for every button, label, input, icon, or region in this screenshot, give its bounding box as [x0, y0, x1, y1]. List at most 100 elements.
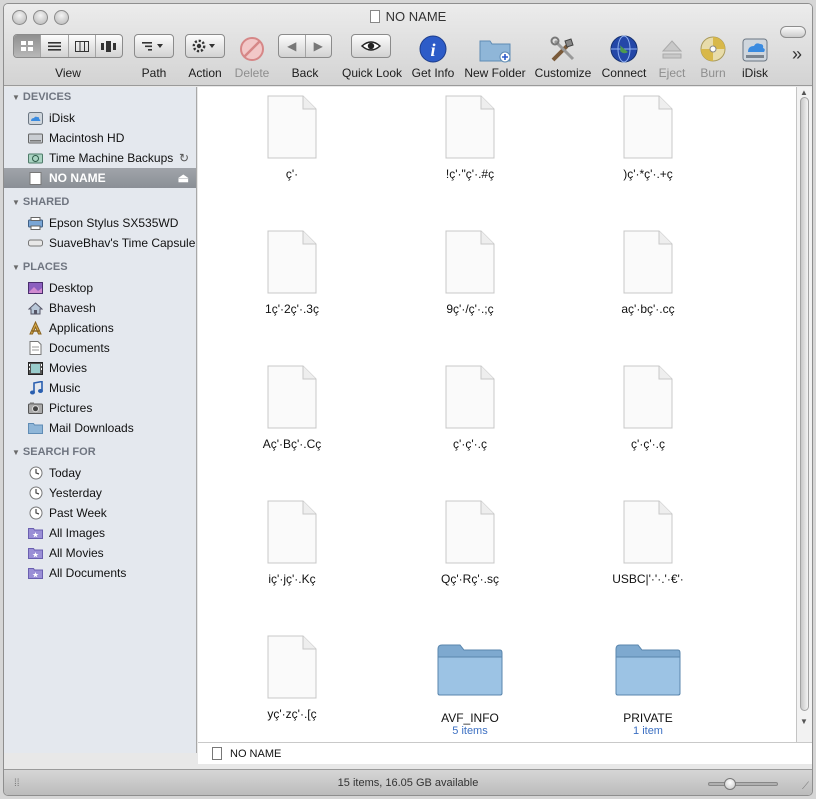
action-button[interactable] [185, 34, 225, 58]
globe-icon[interactable] [610, 34, 638, 64]
folder-item[interactable]: PRIVATE 1 item [578, 641, 718, 737]
file-name: AVF_INFO [441, 711, 499, 725]
list-view-button[interactable] [41, 35, 69, 57]
sidebar-item-all-documents[interactable]: All Documents [4, 563, 196, 583]
sidebar-item-idisk[interactable]: iDisk [4, 108, 196, 128]
idisk-icon[interactable] [741, 34, 769, 64]
sidebar-section-shared[interactable]: ▼ SHARED [12, 196, 69, 208]
delete-icon[interactable] [239, 34, 265, 64]
sidebar-item-desktop[interactable]: Desktop [4, 278, 196, 298]
drive-icon [212, 747, 222, 760]
toolbar-overflow-button[interactable]: » [788, 44, 806, 65]
sidebar-item-time-machine-backups[interactable]: Time Machine Backups ↻ [4, 148, 196, 168]
sidebar-section-label: SEARCH FOR [22, 446, 96, 458]
file-item[interactable]: Aç'·Bç'·.Cç [222, 365, 362, 451]
file-item[interactable]: Qç'·Rç'·.sç [400, 500, 540, 586]
sidebar-item-documents[interactable]: Documents [4, 338, 196, 358]
smart-folder-icon [28, 526, 43, 540]
file-item[interactable]: 1ç'·2ç'·.3ç [222, 230, 362, 316]
file-item[interactable]: )ç'·*ç'·.+ç [578, 95, 718, 181]
view-label: View [55, 66, 81, 80]
sidebar-item-movies[interactable]: Movies [4, 358, 196, 378]
sync-icon[interactable]: ↻ [179, 151, 189, 165]
view-segmented-control[interactable] [13, 34, 123, 58]
folder-icon [28, 421, 43, 435]
sidebar-item-mail-downloads[interactable]: Mail Downloads [4, 418, 196, 438]
folder-item[interactable]: AVF_INFO 5 items [400, 641, 540, 737]
sidebar-item-epson-stylus-sx535wd[interactable]: Epson Stylus SX535WD [4, 213, 196, 233]
icon-size-slider[interactable] [708, 778, 778, 790]
file-item[interactable]: ç'· [222, 95, 362, 181]
sidebar-item-bhavesh[interactable]: Bhavesh [4, 298, 196, 318]
path-button[interactable] [134, 34, 174, 58]
new-folder-icon[interactable] [478, 34, 512, 64]
sidebar-item-today[interactable]: Today [4, 463, 196, 483]
eject-icon[interactable]: ⏏ [178, 171, 189, 185]
column-view-button[interactable] [69, 35, 96, 57]
sidebar-item-all-movies[interactable]: All Movies [4, 543, 196, 563]
item-count: 5 items [452, 725, 488, 737]
disclosure-triangle-icon[interactable]: ▼ [12, 263, 20, 272]
sidebar-item-label: Documents [49, 341, 110, 355]
file-item[interactable]: ç'·ç'·.ç [400, 365, 540, 451]
icon-size-slider-knob[interactable] [724, 778, 736, 790]
sidebar-item-no-name[interactable]: NO NAME ⏏ [4, 168, 196, 188]
scroll-thumb[interactable] [800, 97, 809, 711]
file-item[interactable]: yç'·zç'·.[ç [222, 635, 362, 721]
forward-icon[interactable]: ▶ [306, 35, 332, 57]
info-icon[interactable]: i [419, 34, 447, 64]
back-forward-control[interactable]: ◀ ▶ [278, 34, 332, 58]
file-item[interactable]: aç'·bç'·.cç [578, 230, 718, 316]
music-icon [28, 381, 43, 395]
window-resize-grip-icon[interactable]: ⟋ [802, 781, 809, 792]
file-item[interactable]: ç'·ç'·.ç [578, 365, 718, 451]
document-icon [267, 230, 317, 294]
disclosure-triangle-icon[interactable]: ▼ [12, 448, 20, 457]
getinfo-label: Get Info [411, 66, 455, 80]
sidebar-item-suavebhav-s-time-capsule[interactable]: SuaveBhav's Time Capsule [4, 233, 196, 253]
scroll-down-icon[interactable]: ▼ [800, 717, 808, 726]
sidebar-section-devices[interactable]: ▼ DEVICES [12, 91, 71, 103]
sidebar-section-places[interactable]: ▼ PLACES [12, 261, 68, 273]
sidebar-item-label: All Movies [49, 546, 104, 560]
file-item[interactable]: iç'·jç'·.Kç [222, 500, 362, 586]
file-item[interactable]: 9ç'·/ç'·.;ç [400, 230, 540, 316]
burn-icon[interactable] [700, 34, 726, 64]
file-name: PRIVATE [623, 711, 673, 725]
disclosure-triangle-icon[interactable]: ▼ [12, 198, 20, 207]
scroll-up-icon[interactable]: ▲ [800, 88, 808, 97]
file-item[interactable]: USBC|'·'·.'·€'· [578, 500, 718, 586]
hard-drive-icon [28, 131, 43, 145]
sidebar-item-pictures[interactable]: Pictures [4, 398, 196, 418]
back-label: Back [291, 66, 319, 80]
sidebar-section-label: SHARED [22, 196, 70, 208]
coverflow-view-button[interactable] [96, 35, 122, 57]
toolbar-toggle-button[interactable] [780, 26, 806, 38]
svg-text:i: i [430, 40, 435, 60]
back-icon[interactable]: ◀ [279, 35, 306, 57]
burn-label: Burn [700, 66, 726, 80]
icon-view-button[interactable] [14, 35, 42, 57]
documents-icon [28, 341, 43, 355]
file-browser: ç'· !ç'·"ç'·.#ç )ç'·*ç'·.+ç 1ç'·2ç'·.3ç 9ç'·… [198, 87, 796, 742]
vertical-scrollbar[interactable]: ▲ ▼ [796, 87, 812, 742]
sidebar-section-search[interactable]: ▼ SEARCH FOR [12, 446, 96, 458]
sidebar-item-music[interactable]: Music [4, 378, 196, 398]
sidebar-item-all-images[interactable]: All Images [4, 523, 196, 543]
quicklook-button[interactable] [351, 34, 391, 58]
tools-icon[interactable] [549, 34, 577, 64]
finder-window: NO NAME View Path Action Delete ◀ ▶ Back… [3, 3, 813, 796]
sidebar-section-label: DEVICES [22, 91, 72, 103]
eject-icon[interactable] [661, 34, 683, 64]
disclosure-triangle-icon[interactable]: ▼ [12, 93, 20, 102]
sidebar-item-yesterday[interactable]: Yesterday [4, 483, 196, 503]
path-label: Path [141, 66, 167, 80]
sidebar-item-past-week[interactable]: Past Week [4, 503, 196, 523]
home-icon [28, 301, 43, 315]
delete-label: Delete [234, 66, 270, 80]
sidebar-item-macintosh-hd[interactable]: Macintosh HD [4, 128, 196, 148]
file-item[interactable]: !ç'·"ç'·.#ç [400, 95, 540, 181]
time-machine-drive-icon [28, 151, 43, 165]
sidebar-item-applications[interactable]: Applications [4, 318, 196, 338]
path-bar-item[interactable]: NO NAME [230, 748, 281, 760]
